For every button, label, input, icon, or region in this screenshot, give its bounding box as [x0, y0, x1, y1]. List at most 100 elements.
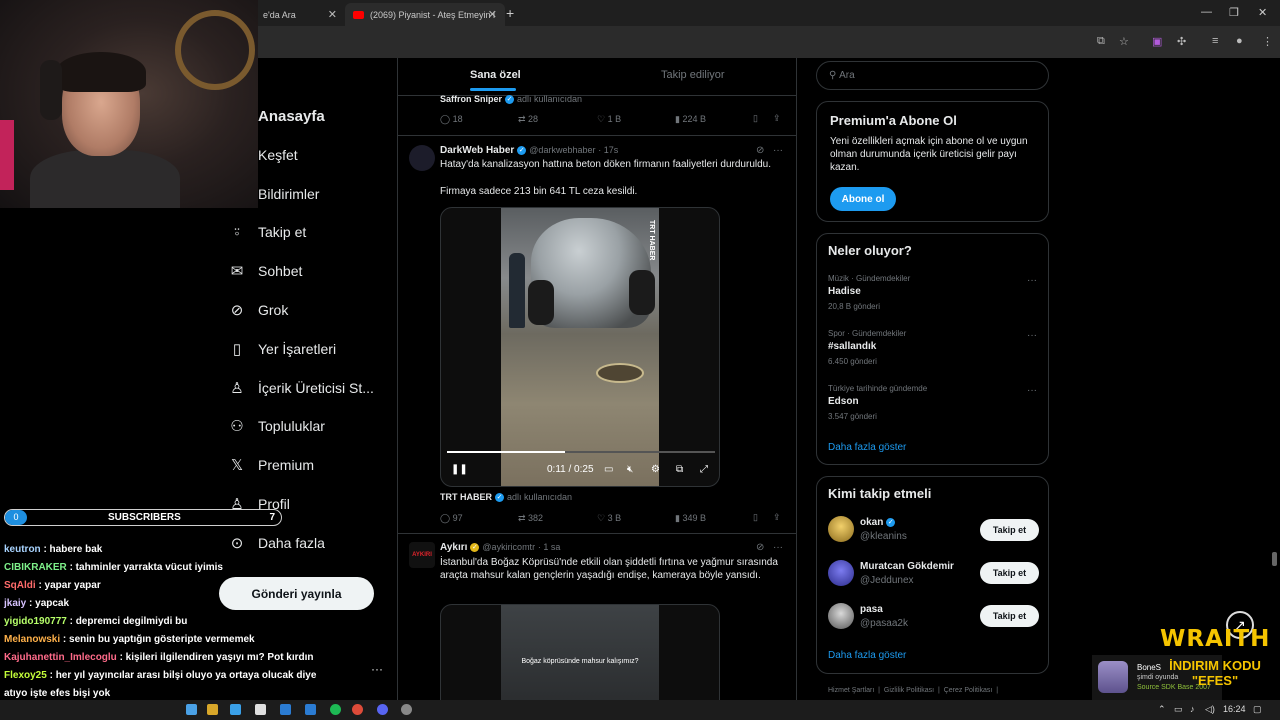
nav-creator-studio[interactable]: ♙ İçerik Üreticisi St... — [226, 375, 374, 401]
more-icon[interactable]: ··· — [1027, 385, 1037, 396]
notification-center-icon[interactable]: ▢ — [1253, 704, 1262, 715]
more-icon[interactable]: ··· — [1027, 330, 1037, 341]
follow-button[interactable]: Takip et — [980, 562, 1039, 584]
captions-icon[interactable]: ▭ — [604, 464, 613, 475]
account-icon[interactable]: ● — [1236, 35, 1243, 47]
new-tab-button[interactable]: + — [506, 5, 514, 21]
follow-button[interactable]: Takip et — [980, 605, 1039, 627]
pip-icon[interactable]: ⧉ — [676, 464, 683, 475]
close-icon[interactable]: ✕ — [328, 8, 337, 21]
windows-start-icon[interactable] — [186, 704, 197, 715]
reply-button[interactable]: ◯ 97 — [440, 513, 463, 524]
avatar[interactable] — [828, 603, 854, 629]
reply-button[interactable]: ◯ 18 — [440, 114, 463, 125]
bookmark-star-icon[interactable]: ☆ — [1119, 35, 1129, 48]
nav-communities[interactable]: ⚇ Topluluklar — [226, 413, 325, 439]
close-icon[interactable]: ✕ — [488, 8, 497, 21]
outlook-icon[interactable] — [280, 704, 291, 715]
restore-icon[interactable]: ❐ — [1229, 6, 1239, 19]
footer-link[interactable]: Çerez Politikası — [944, 687, 993, 694]
more-icon[interactable]: ··· — [773, 542, 783, 553]
browser-tab[interactable]: e'da Ara ✕ — [255, 3, 345, 26]
avatar[interactable] — [409, 145, 435, 171]
window-close-icon[interactable]: ✕ — [1258, 6, 1267, 19]
views-button[interactable]: ▮ 349 B — [675, 513, 706, 524]
subscribe-button[interactable]: Abone ol — [830, 187, 896, 211]
tab-following[interactable]: Takip ediliyor — [661, 69, 725, 81]
app-icon[interactable] — [401, 704, 412, 715]
avatar[interactable] — [828, 560, 854, 586]
author-handle[interactable]: @aykiricomtr — [482, 542, 535, 552]
install-icon[interactable]: ⧉ — [1097, 35, 1105, 48]
more-icon[interactable]: ··· — [1027, 275, 1037, 286]
discord-icon[interactable] — [377, 704, 388, 715]
minimize-icon[interactable]: — — [1201, 6, 1212, 18]
nav-premium[interactable]: 𝕏 Premium — [226, 452, 314, 478]
settings-icon[interactable]: ⚙ — [651, 464, 660, 475]
extension-icon[interactable]: ▣ — [1152, 35, 1162, 48]
explorer-icon[interactable] — [207, 704, 218, 715]
avatar[interactable] — [828, 516, 854, 542]
nav-more[interactable]: ⊙ Daha fazla — [226, 530, 325, 556]
like-button[interactable]: ♡ 3 B — [597, 513, 621, 524]
fullscreen-icon[interactable]: ⤢ — [700, 464, 708, 475]
post-time[interactable]: · 17s — [598, 145, 618, 155]
author-name[interactable]: DarkWeb Haber — [440, 145, 514, 156]
share-icon[interactable]: ⇪ — [773, 113, 781, 124]
author-handle[interactable]: @darkwebhaber — [529, 145, 595, 155]
trend-name[interactable]: #sallandık — [828, 341, 876, 352]
pause-icon[interactable]: ❚❚ — [451, 464, 468, 475]
nav-follow[interactable]: ⍤ Takip et — [226, 219, 306, 245]
media-icon[interactable]: ≡ — [1212, 35, 1218, 47]
nav-messages[interactable]: ✉ Sohbet — [226, 258, 303, 284]
app-icon[interactable] — [305, 704, 316, 715]
video-progress-bar[interactable] — [447, 451, 715, 453]
like-button[interactable]: ♡ 1 B — [597, 114, 621, 125]
network-icon[interactable]: ▭ — [1174, 704, 1183, 715]
mute-icon[interactable]: 🔇︎ — [627, 464, 633, 475]
nav-bookmarks[interactable]: ▯ Yer İşaretleri — [226, 336, 336, 362]
tab-for-you[interactable]: Sana özel — [470, 69, 521, 81]
volume-icon[interactable]: ◁) — [1205, 704, 1215, 715]
account-more-icon[interactable]: ··· — [371, 662, 383, 676]
chrome-icon[interactable] — [352, 704, 363, 715]
author-name[interactable]: Aykırı — [440, 542, 467, 553]
footer-link[interactable]: Hizmet Şartları — [828, 687, 874, 694]
app-icon[interactable] — [255, 704, 266, 715]
follow-button[interactable]: Takip et — [980, 519, 1039, 541]
browser-tab-active[interactable]: (2069) Piyanist - Ateş Etmeyin l ✕ — [345, 3, 505, 26]
bookmark-icon[interactable]: ▯ — [753, 113, 758, 124]
trend-name[interactable]: Hadise — [828, 286, 861, 297]
show-more-trends[interactable]: Daha fazla göster — [828, 442, 906, 453]
footer-link[interactable]: Gizlilik Politikası — [884, 687, 934, 694]
manhole — [596, 363, 644, 383]
tab-title: e'da Ara — [263, 9, 296, 20]
search-input[interactable]: ⚲ Ara — [816, 61, 1049, 90]
menu-icon[interactable]: ⋮ — [1262, 35, 1273, 48]
post-time[interactable]: · 1 sa — [538, 542, 561, 552]
spotify-icon[interactable] — [330, 704, 341, 715]
views-button[interactable]: ▮ 224 B — [675, 114, 706, 125]
store-icon[interactable] — [230, 704, 241, 715]
nav-grok[interactable]: ⊘ Grok — [226, 297, 289, 323]
repost-button[interactable]: ⇄ 382 — [518, 513, 543, 524]
clock[interactable]: 16:24 — [1223, 704, 1246, 714]
repost-button[interactable]: ⇄ 28 — [518, 114, 538, 125]
mic-icon[interactable]: ♪ — [1190, 704, 1195, 714]
post-button[interactable]: Gönderi yayınla — [219, 577, 374, 610]
more-icon[interactable]: ··· — [773, 145, 783, 156]
tray-chevron-icon[interactable]: ⌃ — [1158, 704, 1166, 715]
scrollbar[interactable] — [1272, 552, 1277, 566]
chat-username: yigido190777 — [4, 616, 70, 627]
trend-name[interactable]: Edson — [828, 396, 859, 407]
follow-suggestion-name[interactable]: Muratcan Gökdemir — [860, 561, 954, 572]
grok-icon[interactable]: ⊘ — [756, 542, 764, 553]
share-icon[interactable]: ⇪ — [773, 512, 781, 523]
grok-icon[interactable]: ⊘ — [756, 145, 764, 156]
puzzle-icon[interactable]: ✣ — [1177, 35, 1186, 48]
video-player[interactable]: TRT HABER ❚❚ 0:11 / 0:25 ▭ 🔇︎ ⚙ ⧉ ⤢ — [440, 207, 720, 487]
follow-suggestion-name[interactable]: pasa — [860, 604, 883, 615]
bookmark-icon[interactable]: ▯ — [753, 512, 758, 523]
show-more-follow[interactable]: Daha fazla göster — [828, 650, 906, 661]
avatar[interactable]: AYKIRI — [409, 542, 435, 568]
